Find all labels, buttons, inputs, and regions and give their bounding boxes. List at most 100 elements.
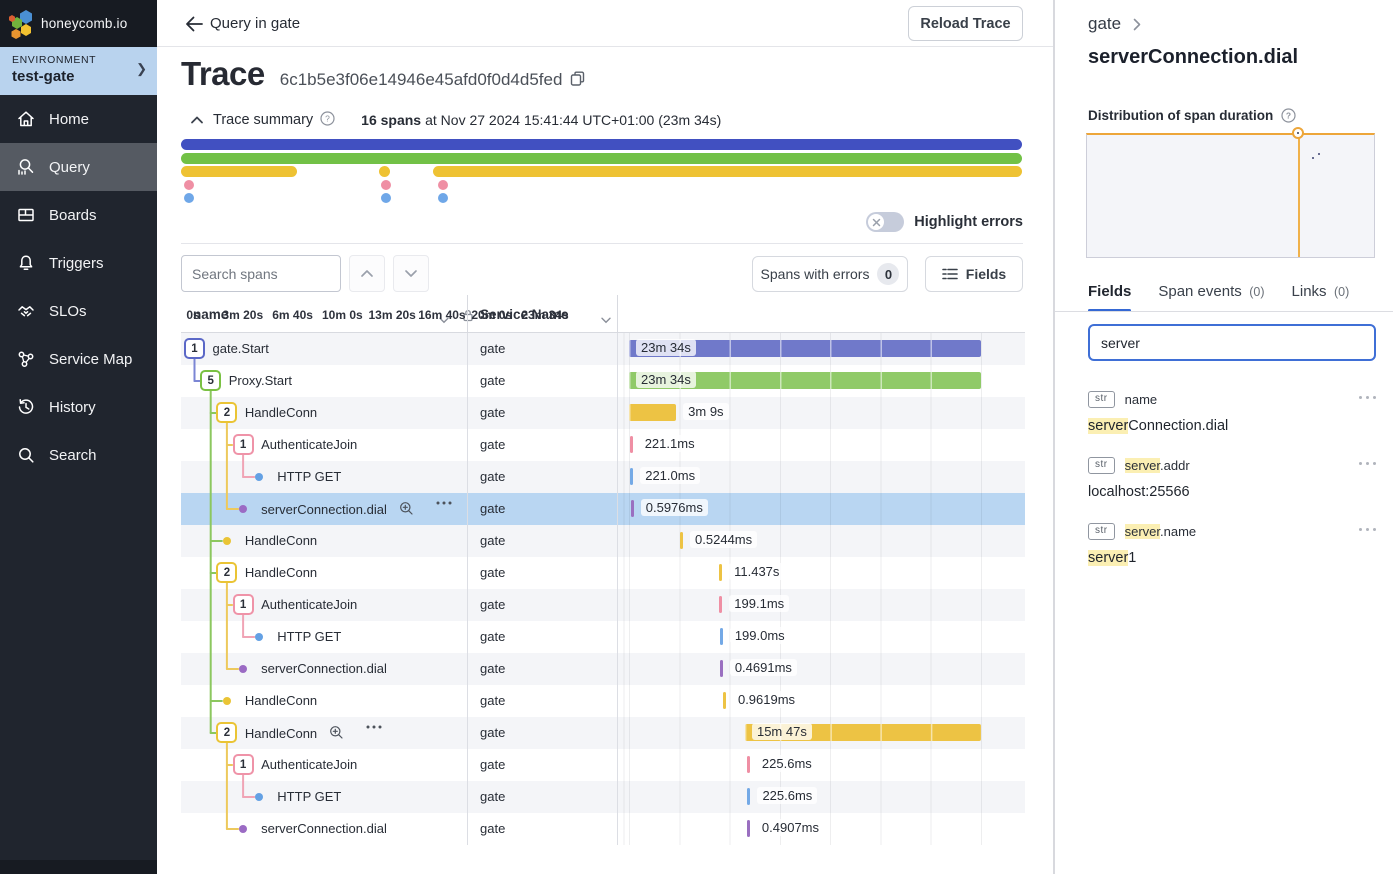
sidebar-item-service-map[interactable]: Service Map <box>0 335 157 383</box>
help-icon[interactable]: ? <box>1281 108 1296 123</box>
sidebar-item-slos[interactable]: SLOs <box>0 287 157 335</box>
timeline-cell: 0.5244ms <box>617 525 1025 557</box>
table-row[interactable]: 2HandleConngate15m 47s <box>181 717 1025 749</box>
duration-bar <box>631 500 634 517</box>
table-row[interactable]: serverConnection.dialgate0.4691ms <box>181 653 1025 685</box>
duration-bar <box>720 660 723 677</box>
timeline-cell: 0.9619ms <box>617 685 1025 717</box>
more-options-icon[interactable] <box>366 725 382 729</box>
field-menu-icon[interactable] <box>1359 396 1376 399</box>
honeycomb-trace-page: honeycomb.io ENVIRONMENT test-gate ❯ Hom… <box>0 0 1393 874</box>
back-arrow-icon[interactable] <box>183 13 205 35</box>
tab-count: (0) <box>1331 285 1350 299</box>
search-icon <box>16 445 36 465</box>
table-row[interactable]: HandleConngate0.5244ms <box>181 525 1025 557</box>
fields-button[interactable]: Fields <box>925 256 1023 292</box>
list-icon <box>942 267 958 281</box>
timeline-tick: 20m 0s <box>471 308 512 322</box>
timeline-cell: 15m 47s <box>617 717 1025 749</box>
prev-match-button[interactable] <box>349 255 385 292</box>
timeline-cell: 199.0ms <box>617 621 1025 653</box>
span-name: AuthenticateJoin <box>261 597 357 612</box>
duration-bar <box>747 820 750 837</box>
sidebar-item-triggers[interactable]: Triggers <box>0 239 157 287</box>
minimap-row <box>181 139 1022 150</box>
tab-links[interactable]: Links (0) <box>1292 283 1350 312</box>
field-key: server.addr <box>1125 458 1190 473</box>
table-row[interactable]: 5Proxy.Startgate23m 34s <box>181 365 1025 397</box>
field-value: serverConnection.dial <box>1088 418 1376 434</box>
tab-label: Span events <box>1158 283 1241 300</box>
field-type-badge: str <box>1088 391 1115 408</box>
table-row[interactable]: HandleConngate0.9619ms <box>181 685 1025 717</box>
trace-summary-row: Trace summary ? 16 spans at Nov 27 2024 … <box>190 111 721 129</box>
minimap-span-dot <box>438 193 448 203</box>
sidebar-item-home[interactable]: Home <box>0 95 157 143</box>
minimap-row <box>181 166 1022 177</box>
table-row[interactable]: 1AuthenticateJoingate225.6ms <box>181 749 1025 781</box>
trace-summary-label[interactable]: Trace summary <box>213 112 313 128</box>
search-spans-input[interactable] <box>181 255 341 292</box>
sidebar-item-label: SLOs <box>49 303 87 320</box>
tab-fields[interactable]: Fields <box>1088 283 1131 312</box>
spans-with-errors-button[interactable]: Spans with errors 0 <box>752 256 908 292</box>
home-icon <box>16 109 36 129</box>
table-row[interactable]: HTTP GETgate225.6ms <box>181 781 1025 813</box>
field-menu-icon[interactable] <box>1359 528 1376 531</box>
field-key-row: strname <box>1088 391 1376 408</box>
column-divider <box>467 589 468 621</box>
breadcrumb-service[interactable]: gate <box>1088 14 1121 34</box>
duration-label: 23m 34s <box>636 371 696 388</box>
service-name-cell: gate <box>480 565 505 580</box>
tab-span-events[interactable]: Span events (0) <box>1158 283 1264 312</box>
table-row[interactable]: HTTP GETgate199.0ms <box>181 621 1025 653</box>
bell-icon <box>16 253 36 273</box>
table-row[interactable]: 2HandleConngate11.437s <box>181 557 1025 589</box>
breadcrumb: gate <box>1088 14 1141 34</box>
sidebar-item-search[interactable]: Search <box>0 431 157 479</box>
environment-switcher[interactable]: ENVIRONMENT test-gate ❯ <box>0 47 157 95</box>
next-match-button[interactable] <box>393 255 429 292</box>
span-count-badge: 1 <box>233 754 254 775</box>
table-row[interactable]: 2HandleConngate3m 9s <box>181 397 1025 429</box>
sidebar-item-query[interactable]: Query <box>0 143 157 191</box>
sidebar-item-history[interactable]: History <box>0 383 157 431</box>
reload-trace-button[interactable]: Reload Trace <box>908 6 1023 41</box>
minimap-span-bar <box>181 153 1022 164</box>
column-divider <box>467 813 468 845</box>
field-menu-icon[interactable] <box>1359 462 1376 465</box>
duration-label: 221.0ms <box>640 467 700 484</box>
trace-minimap[interactable] <box>181 138 1022 204</box>
errors-count-badge: 0 <box>877 263 899 285</box>
timeline-cell: 0.5976ms <box>617 493 1025 525</box>
sidebar-item-boards[interactable]: Boards <box>0 191 157 239</box>
table-row[interactable]: 1gate.Startgate23m 34s <box>181 333 1025 365</box>
highlight-errors-toggle[interactable] <box>866 212 904 232</box>
minimap-span-bar <box>181 166 297 177</box>
collapse-caret-icon[interactable] <box>190 115 204 125</box>
zoom-in-icon[interactable] <box>399 501 414 516</box>
field-type-badge: str <box>1088 523 1115 540</box>
column-divider <box>617 295 618 333</box>
span-leaf-dot <box>239 505 247 513</box>
page-title: Query in gate <box>210 15 300 32</box>
duration-label: 0.5976ms <box>641 499 708 516</box>
table-row[interactable]: serverConnection.dialgate0.5976ms <box>181 493 1025 525</box>
distribution-data-point <box>1318 153 1320 155</box>
sort-chevron-icon[interactable] <box>601 312 611 327</box>
duration-label: 0.5244ms <box>690 531 757 548</box>
timeline-cell: 225.6ms <box>617 781 1025 813</box>
honeycomb-logo[interactable]: honeycomb.io <box>0 0 157 47</box>
field-search-input[interactable] <box>1088 324 1376 361</box>
table-row[interactable]: HTTP GETgate221.0ms <box>181 461 1025 493</box>
copy-icon[interactable] <box>570 71 585 91</box>
distribution-data-point <box>1312 157 1314 159</box>
more-options-icon[interactable] <box>436 501 452 505</box>
table-row[interactable]: 1AuthenticateJoingate221.1ms <box>181 429 1025 461</box>
table-row[interactable]: 1AuthenticateJoingate199.1ms <box>181 589 1025 621</box>
zoom-in-icon[interactable] <box>329 725 344 740</box>
duration-distribution-chart[interactable] <box>1086 133 1375 258</box>
field-item: strserver.addrlocalhost:25566 <box>1088 457 1376 500</box>
help-icon[interactable]: ? <box>320 111 335 129</box>
table-row[interactable]: serverConnection.dialgate0.4907ms <box>181 813 1025 845</box>
